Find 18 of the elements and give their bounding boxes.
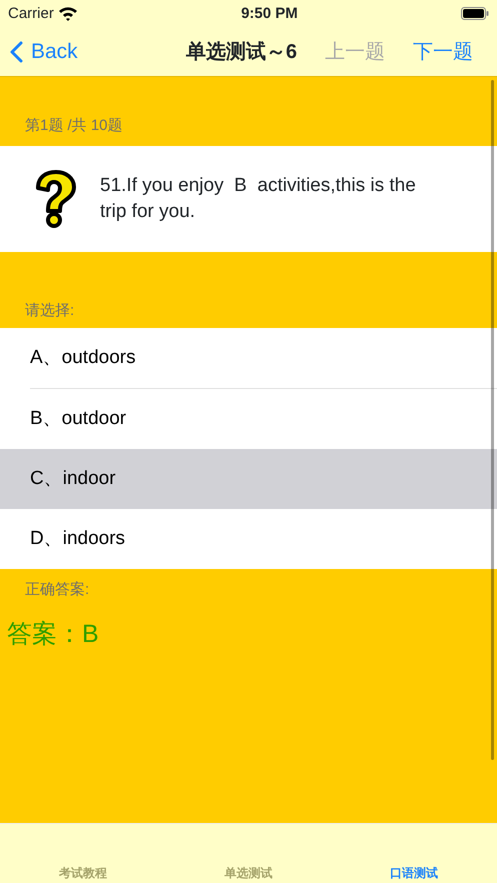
option-item[interactable]: B、outdoor [0,389,497,449]
tab-item[interactable]: 考试教程 [0,863,166,883]
back-button[interactable]: Back [10,36,78,68]
back-chevron-icon [10,41,23,63]
tab-item[interactable]: 单选测试 [166,863,332,883]
progress-label: 第1题 /共 10题 [24,116,124,136]
answer-text: 答案：B [6,618,100,650]
question-text: 51.If you enjoy B activities,this is the trip for you. [100,174,417,224]
nav-title: 单选测试～6 [186,40,297,65]
choose-label: 请选择: [24,300,76,320]
carrier-name: Carrier [8,4,54,24]
tab-item[interactable]: 口语测试 [331,863,497,883]
option-item[interactable]: C、indoor [0,449,497,509]
status-time: 9:50 PM [240,4,299,24]
nav-button[interactable]: 下一题 [413,37,473,67]
option-item[interactable]: A、outdoors [0,328,497,388]
option-item[interactable]: D、indoors [0,509,497,569]
answer-label: 正确答案: [24,580,90,600]
